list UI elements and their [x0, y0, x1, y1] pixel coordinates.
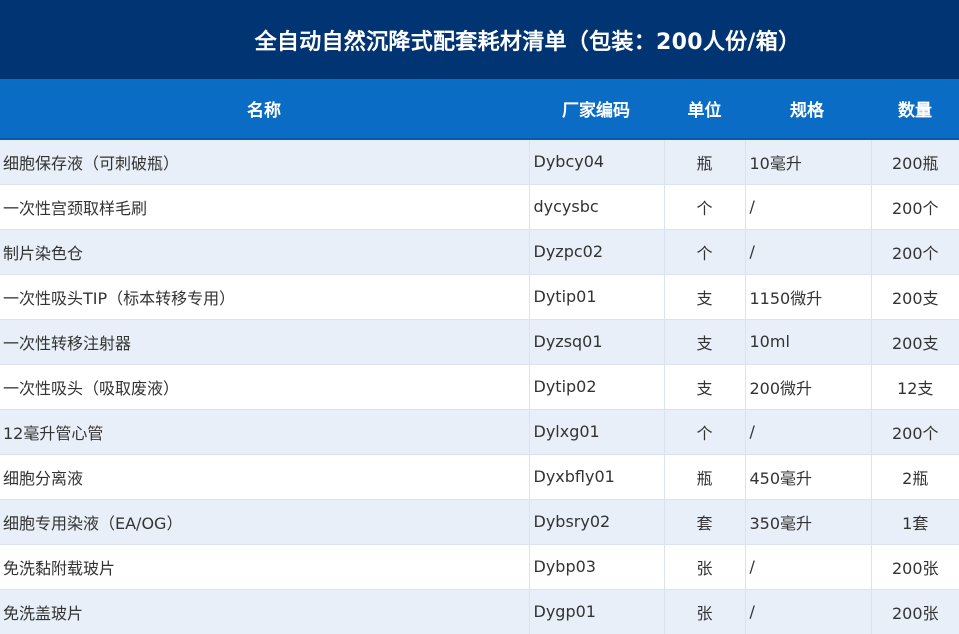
cell-name: 12毫升管心管 [0, 409, 530, 455]
title-bar: 全自动自然沉降式配套耗材清单（包装：200人份/箱） [0, 0, 959, 79]
cell-code: Dygp01 [529, 589, 665, 634]
cell-spec: / [745, 409, 872, 455]
cell-unit: 个 [664, 184, 746, 230]
header-row: 名称 厂家编码 单位 规格 数量 [0, 79, 959, 139]
page: 全自动自然沉降式配套耗材清单（包装：200人份/箱） 名称 厂家编码 单位 规格… [0, 0, 959, 634]
cell-spec: 10毫升 [745, 139, 872, 185]
cell-code: dycysbc [529, 184, 665, 230]
cell-code: Dyxbfly01 [529, 454, 665, 500]
cell-name: 细胞专用染液（EA/OG） [0, 499, 530, 545]
cell-name: 一次性宫颈取样毛刷 [0, 184, 530, 230]
cell-qty: 200个 [871, 409, 959, 455]
cell-unit: 张 [664, 544, 746, 590]
table-row: 制片染色仓 Dyzpc02 个 / 200个 [0, 229, 959, 275]
cell-unit: 套 [664, 499, 746, 545]
cell-code: Dytip02 [529, 364, 665, 410]
table-row: 一次性吸头TIP（标本转移专用） Dytip01 支 1150微升 200支 [0, 274, 959, 320]
cell-name: 制片染色仓 [0, 229, 530, 275]
header-spec: 规格 [790, 101, 824, 121]
cell-unit: 瓶 [664, 139, 746, 185]
cell-name: 免洗盖玻片 [0, 589, 530, 634]
cell-spec: 1150微升 [745, 274, 872, 320]
cell-spec: / [745, 544, 872, 590]
table-header: 名称 厂家编码 单位 规格 数量 [0, 79, 959, 139]
cell-name: 细胞分离液 [0, 454, 530, 500]
cell-name: 一次性吸头TIP（标本转移专用） [0, 274, 530, 320]
cell-code: Dybsry02 [529, 499, 665, 545]
cell-unit: 支 [664, 274, 746, 320]
header-unit: 单位 [687, 101, 722, 121]
cell-qty: 200支 [871, 274, 959, 320]
cell-qty: 200张 [871, 544, 959, 590]
header-name: 名称 [247, 101, 281, 121]
cell-spec: 10ml [745, 319, 872, 365]
cell-spec: / [745, 589, 872, 634]
cell-unit: 个 [664, 409, 746, 455]
table-row: 免洗盖玻片 Dygp01 张 / 200张 [0, 589, 959, 634]
cell-code: Dyzpc02 [529, 229, 665, 275]
table-row: 细胞保存液（可刺破瓶） Dybcy04 瓶 10毫升 200瓶 [0, 139, 959, 185]
cell-spec: 450毫升 [745, 454, 872, 500]
consumables-table: 名称 厂家编码 单位 规格 数量 细胞保存液（可刺破瓶） Dybcy04 瓶 1… [0, 79, 959, 634]
cell-unit: 支 [664, 319, 746, 365]
cell-code: Dylxg01 [529, 409, 665, 455]
cell-unit: 个 [664, 229, 746, 275]
cell-unit: 支 [664, 364, 746, 410]
header-code: 厂家编码 [562, 101, 630, 121]
cell-qty: 1套 [871, 499, 959, 545]
cell-qty: 200瓶 [871, 139, 959, 185]
cell-qty: 200个 [871, 229, 959, 275]
cell-qty: 2瓶 [871, 454, 959, 500]
table-row: 细胞专用染液（EA/OG） Dybsry02 套 350毫升 1套 [0, 499, 959, 545]
cell-code: Dytip01 [529, 274, 665, 320]
cell-qty: 200个 [871, 184, 959, 230]
cell-code: Dybp03 [529, 544, 665, 590]
cell-name: 一次性转移注射器 [0, 319, 530, 365]
cell-qty: 200张 [871, 589, 959, 634]
table-row: 12毫升管心管 Dylxg01 个 / 200个 [0, 409, 959, 455]
cell-name: 细胞保存液（可刺破瓶） [0, 139, 530, 185]
table-row: 一次性吸头（吸取废液） Dytip02 支 200微升 12支 [0, 364, 959, 410]
table-row: 细胞分离液 Dyxbfly01 瓶 450毫升 2瓶 [0, 454, 959, 500]
header-qty: 数量 [898, 101, 932, 121]
table-body: 细胞保存液（可刺破瓶） Dybcy04 瓶 10毫升 200瓶 一次性宫颈取样毛… [0, 139, 959, 634]
cell-unit: 瓶 [664, 454, 746, 500]
table-row: 一次性转移注射器 Dyzsq01 支 10ml 200支 [0, 319, 959, 365]
cell-name: 免洗黏附载玻片 [0, 544, 530, 590]
cell-spec: 350毫升 [745, 499, 872, 545]
table-row: 免洗黏附载玻片 Dybp03 张 / 200张 [0, 544, 959, 590]
cell-name: 一次性吸头（吸取废液） [0, 364, 530, 410]
cell-spec: / [745, 229, 872, 275]
table-row: 一次性宫颈取样毛刷 dycysbc 个 / 200个 [0, 184, 959, 230]
cell-spec: 200微升 [745, 364, 872, 410]
cell-spec: / [745, 184, 872, 230]
cell-code: Dyzsq01 [529, 319, 665, 365]
page-title: 全自动自然沉降式配套耗材清单（包装：200人份/箱） [254, 29, 801, 55]
cell-qty: 200支 [871, 319, 959, 365]
cell-code: Dybcy04 [529, 139, 665, 185]
cell-qty: 12支 [871, 364, 959, 410]
cell-unit: 张 [664, 589, 746, 634]
